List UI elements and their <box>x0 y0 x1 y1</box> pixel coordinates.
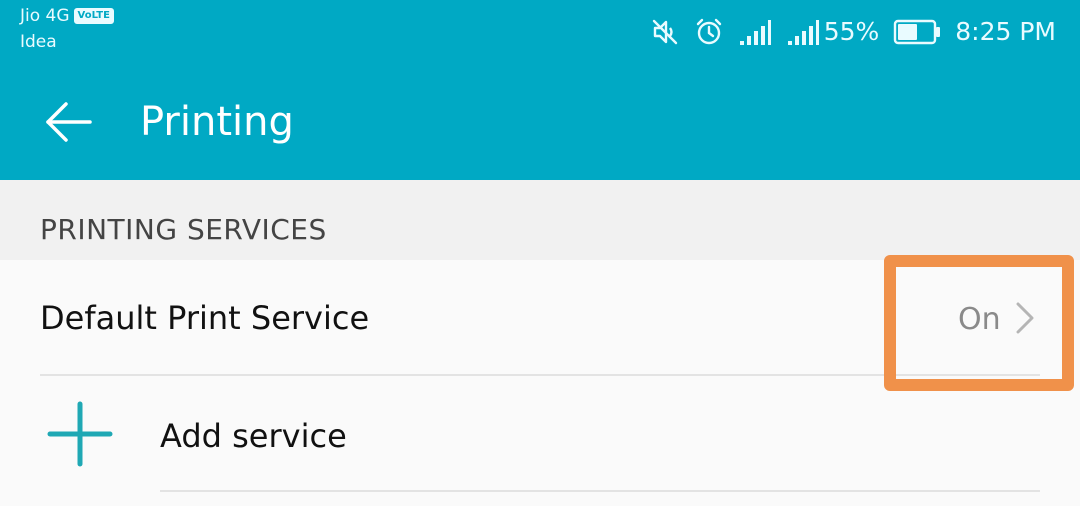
clock: 8:25 PM <box>955 17 1056 46</box>
mute-icon <box>650 17 680 47</box>
alarm-icon <box>694 17 724 47</box>
app-bar: Jio 4G VoLTE Idea 55% 8:25 PM Printing <box>0 0 1080 180</box>
default-print-service-label: Default Print Service <box>40 299 370 337</box>
printing-services-list: Default Print Service On Add service <box>0 260 1080 506</box>
signal-icon <box>738 17 772 47</box>
signal-icon <box>786 17 820 47</box>
add-service-label: Add service <box>160 417 347 455</box>
battery-percent: 55% <box>823 17 880 46</box>
battery-icon <box>893 19 941 45</box>
section-header: PRINTING SERVICES <box>0 180 1080 260</box>
back-arrow-icon <box>46 102 92 142</box>
back-button[interactable] <box>40 94 96 150</box>
carrier-info: Jio 4G VoLTE Idea <box>20 6 114 52</box>
service-status-value: On <box>958 302 1001 337</box>
carrier-secondary: Idea <box>20 32 57 52</box>
volte-badge: VoLTE <box>73 8 114 24</box>
add-service-item[interactable]: Add service <box>0 376 1080 492</box>
plus-icon <box>47 401 113 467</box>
chevron-right-icon <box>1016 302 1034 334</box>
carrier-primary: Jio 4G <box>20 6 70 26</box>
divider <box>160 490 1040 492</box>
default-print-service-item[interactable]: Default Print Service On <box>0 260 1080 376</box>
status-icons: 55% 8:25 PM <box>650 12 1056 52</box>
page-title: Printing <box>140 99 294 145</box>
section-header-label: PRINTING SERVICES <box>40 213 327 246</box>
